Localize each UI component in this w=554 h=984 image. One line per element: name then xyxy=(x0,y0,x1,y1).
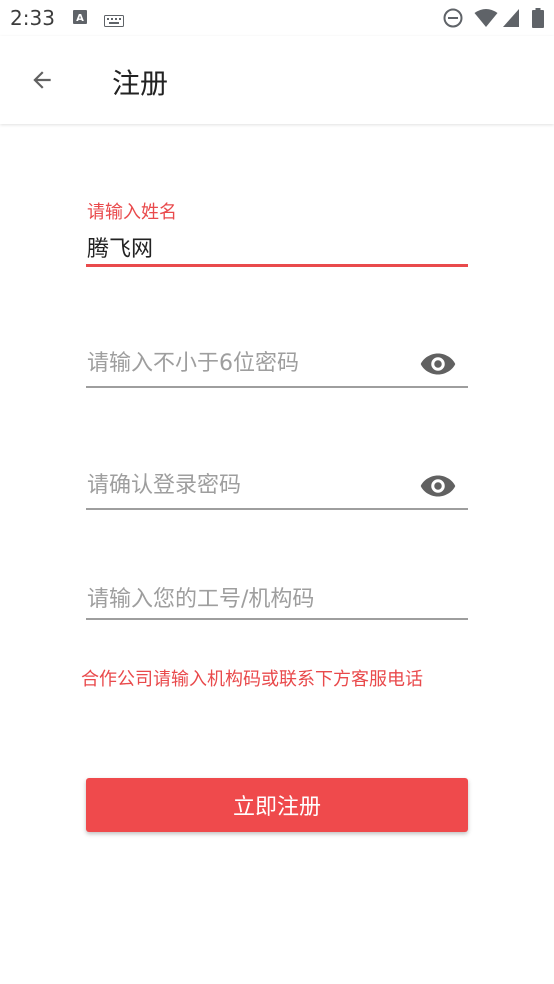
contact-hint: 合作公司请输入机构码或联系下方客服电话 xyxy=(81,669,423,690)
password-underline xyxy=(86,386,468,388)
confirm-password-underline xyxy=(86,508,468,510)
eye-icon[interactable] xyxy=(420,352,456,376)
arrow-back-icon xyxy=(33,71,51,89)
battery-icon xyxy=(532,8,544,32)
name-underline xyxy=(86,264,468,267)
register-button[interactable]: 立即注册 xyxy=(86,778,468,832)
app-bar: 注册 xyxy=(0,36,554,124)
page-title: 注册 xyxy=(112,67,169,100)
password-input[interactable] xyxy=(86,346,407,380)
status-bar: 2:33 A xyxy=(0,0,554,36)
do-not-disturb-icon xyxy=(443,8,463,32)
a-notification-icon: A xyxy=(72,8,88,30)
confirm-password-input[interactable] xyxy=(86,468,407,502)
status-time: 2:33 xyxy=(10,6,55,30)
employee-id-input[interactable] xyxy=(86,582,469,616)
employee-id-field xyxy=(86,580,469,622)
password-field xyxy=(86,340,468,390)
back-button[interactable] xyxy=(22,60,62,100)
wifi-icon xyxy=(474,8,498,32)
name-field-label: 请输入姓名 xyxy=(87,202,177,223)
name-field: 请输入姓名 xyxy=(86,198,469,270)
keyboard-icon xyxy=(104,12,124,31)
cell-signal-icon xyxy=(502,8,520,32)
confirm-password-field xyxy=(86,462,468,512)
eye-icon[interactable] xyxy=(420,474,456,498)
employee-id-underline xyxy=(86,618,468,620)
svg-text:A: A xyxy=(76,13,84,24)
name-input[interactable] xyxy=(86,232,469,262)
